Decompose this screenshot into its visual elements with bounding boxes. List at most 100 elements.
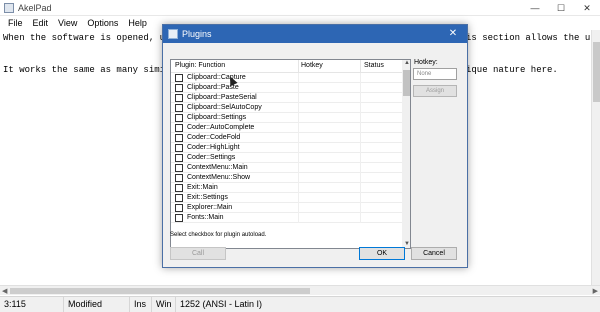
window-title: AkelPad [18,3,52,13]
plugin-row[interactable]: Coder::HighLight [171,143,402,153]
plugin-list-scrollbar[interactable]: ▲ ▼ [402,60,410,248]
close-button[interactable]: ✕ [574,0,600,16]
column-divider [298,73,299,83]
autoload-checkbox[interactable] [175,144,183,152]
plugin-list[interactable]: Plugin: Function Hotkey Status Clipboard… [170,59,411,249]
plugin-name: Clipboard::Settings [187,114,247,121]
plugin-row[interactable]: Explorer::Main [171,203,402,213]
plugin-name: Coder::AutoComplete [187,124,255,131]
editor-vertical-scrollbar[interactable] [591,30,600,285]
autoload-checkbox[interactable] [175,94,183,102]
column-divider [298,213,299,223]
call-button[interactable]: Call [170,247,226,260]
column-divider [360,173,361,183]
autoload-checkbox[interactable] [175,114,183,122]
column-divider [298,203,299,213]
plugin-row[interactable]: Clipboard::PasteSerial [171,93,402,103]
plugin-row[interactable]: Fonts::Main [171,213,402,223]
plugin-row[interactable]: Clipboard::SelAutoCopy [171,103,402,113]
column-divider [360,133,361,143]
column-divider [360,153,361,163]
plugin-row[interactable]: Exit::Settings [171,193,402,203]
column-divider [298,163,299,173]
menu-options[interactable]: Options [82,16,123,30]
column-divider [298,113,299,123]
plugin-row[interactable]: Clipboard::Capture [171,73,402,83]
scrollbar-thumb[interactable] [10,288,310,294]
autoload-checkbox[interactable] [175,184,183,192]
dialog-close-button[interactable]: ✕ [439,25,467,43]
plugin-name: Fonts::Main [187,214,224,221]
hotkey-label: Hotkey: [414,59,438,66]
menu-file[interactable]: File [3,16,28,30]
minimize-button[interactable]: — [522,0,548,16]
column-divider [298,123,299,133]
plugin-row[interactable]: Clipboard::Paste [171,83,402,93]
status-position: 3:115 [0,297,64,312]
autoload-checkbox[interactable] [175,154,183,162]
column-divider [360,93,361,103]
plugin-row[interactable]: Clipboard::Settings [171,113,402,123]
autoload-checkbox[interactable] [175,194,183,202]
plugin-row[interactable]: ContextMenu::Main [171,163,402,173]
assign-button[interactable]: Assign [413,85,457,97]
plugin-name: Clipboard::PasteSerial [187,94,257,101]
autoload-checkbox[interactable] [175,124,183,132]
column-divider [298,83,299,93]
dialog-title: Plugins [182,29,212,39]
maximize-button[interactable]: ☐ [548,0,574,16]
plugin-row[interactable]: Coder::Settings [171,153,402,163]
autoload-checkbox[interactable] [175,174,183,182]
autoload-checkbox[interactable] [175,104,183,112]
plugin-name: Exit::Settings [187,194,228,201]
scrollbar-thumb[interactable] [593,42,600,102]
menu-help[interactable]: Help [123,16,152,30]
autoload-checkbox[interactable] [175,164,183,172]
status-newline: Win [152,297,176,312]
autoload-checkbox[interactable] [175,214,183,222]
plugins-dialog: Plugins ✕ Plugin: Function Hotkey Status… [162,24,468,268]
column-divider [298,183,299,193]
app-icon [4,3,14,13]
cancel-button[interactable]: Cancel [411,247,457,260]
scroll-left-icon[interactable]: ◀ [2,287,7,295]
column-divider [298,93,299,103]
plugin-row[interactable]: Coder::AutoComplete [171,123,402,133]
column-divider [360,123,361,133]
scroll-right-icon[interactable]: ▶ [593,287,598,295]
autoload-checkbox[interactable] [175,84,183,92]
autoload-checkbox[interactable] [175,204,183,212]
column-divider [360,183,361,193]
column-header-function[interactable]: Plugin: Function [175,62,225,69]
plugin-rows: Clipboard::Capture Clipboard::Paste Clipbo… [171,73,402,223]
scroll-up-icon[interactable]: ▲ [404,60,410,66]
autoload-hint: Select checkbox for plugin autoload. [170,232,267,238]
plugin-icon [168,29,178,39]
plugin-name: ContextMenu::Main [187,164,248,171]
ok-button[interactable]: OK [359,247,405,260]
column-header-hotkey[interactable]: Hotkey [301,62,323,69]
autoload-checkbox[interactable] [175,74,183,82]
plugin-name: ContextMenu::Show [187,174,251,181]
column-divider [360,143,361,153]
plugin-name: Exit::Main [187,184,218,191]
plugin-row[interactable]: ContextMenu::Show [171,173,402,183]
editor-horizontal-scrollbar[interactable]: ◀ ▶ [0,285,600,295]
plugin-row[interactable]: Coder::CodeFold [171,133,402,143]
editor-line-fragment: ique nature here. [466,65,558,75]
column-divider [298,173,299,183]
hotkey-input[interactable]: None [413,68,457,80]
plugin-row[interactable]: Exit::Main [171,183,402,193]
menu-edit[interactable]: Edit [28,16,54,30]
column-divider [360,60,361,73]
column-divider [298,103,299,113]
autoload-checkbox[interactable] [175,134,183,142]
column-divider [360,83,361,93]
column-divider [298,153,299,163]
menu-view[interactable]: View [53,16,82,30]
column-divider [360,113,361,123]
column-header-status[interactable]: Status [364,62,384,69]
plugin-name: Coder::HighLight [187,144,240,151]
scrollbar-thumb[interactable] [403,70,410,96]
dialog-title-bar: Plugins ✕ [163,25,467,43]
